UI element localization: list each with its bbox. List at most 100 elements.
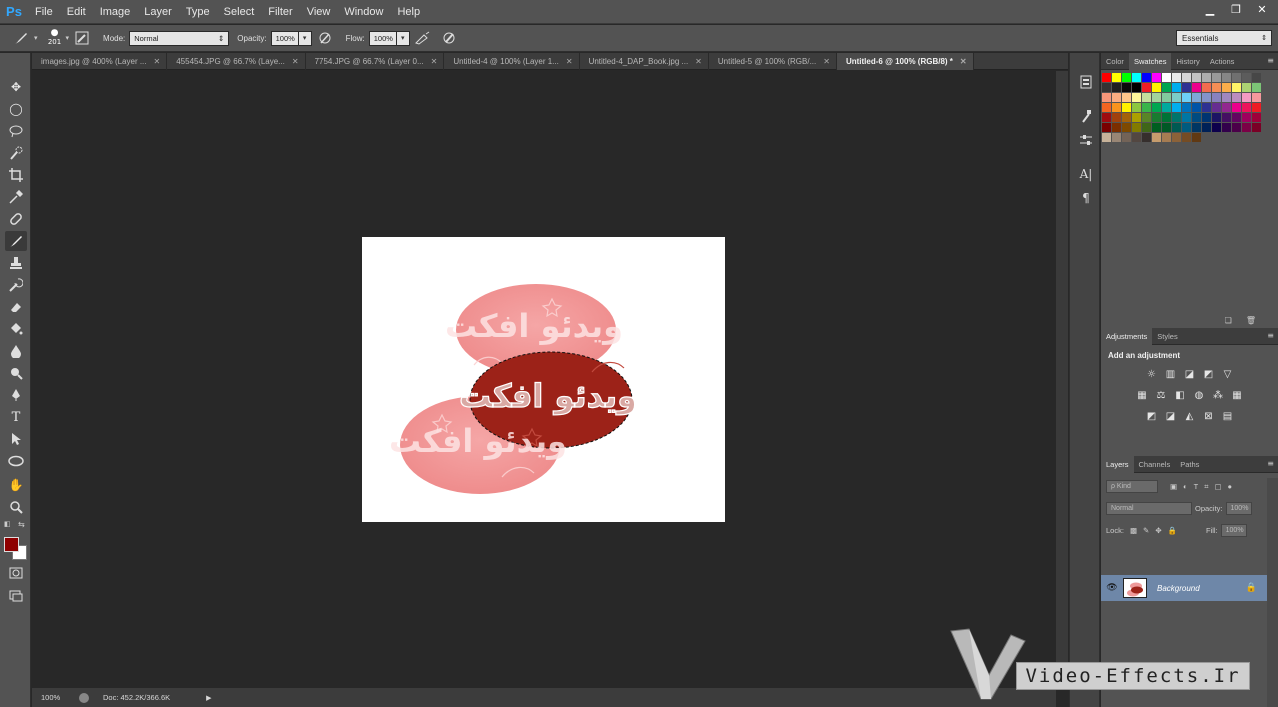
photo-filter-icon[interactable]: ◍ <box>1193 389 1206 402</box>
swatch[interactable] <box>1142 133 1151 142</box>
path-selection-tool-icon[interactable] <box>5 429 27 449</box>
status-info-icon[interactable] <box>79 692 89 703</box>
menu-layer[interactable]: Layer <box>137 0 179 24</box>
swap-colors-icon[interactable]: ⇆ <box>18 520 25 529</box>
zoom-tool-icon[interactable] <box>5 497 27 517</box>
clone-stamp-tool-icon[interactable] <box>5 253 27 273</box>
swatch[interactable] <box>1112 83 1121 92</box>
eraser-tool-icon[interactable] <box>5 297 27 317</box>
close-tab-icon[interactable]: ✕ <box>154 57 161 66</box>
swatch[interactable] <box>1122 93 1131 102</box>
swatch[interactable] <box>1132 113 1141 122</box>
brush-panel-toggle-icon[interactable] <box>73 29 91 47</box>
ellipse-tool-icon[interactable] <box>5 451 27 471</box>
curves-icon[interactable]: ◪ <box>1183 368 1196 381</box>
swatch[interactable] <box>1172 103 1181 112</box>
swatch[interactable] <box>1152 113 1161 122</box>
menu-view[interactable]: View <box>300 0 338 24</box>
swatch[interactable] <box>1242 93 1251 102</box>
swatch[interactable] <box>1182 133 1191 142</box>
swatch[interactable] <box>1202 83 1211 92</box>
color-balance-icon[interactable]: ⚖ <box>1155 389 1168 402</box>
swatch[interactable] <box>1122 83 1131 92</box>
opacity-dropdown-icon[interactable]: ▾ <box>298 30 312 46</box>
levels-icon[interactable]: ▥ <box>1164 368 1177 381</box>
swatch[interactable] <box>1152 93 1161 102</box>
swatch[interactable] <box>1102 133 1111 142</box>
swatch[interactable] <box>1232 83 1241 92</box>
swatch[interactable] <box>1252 113 1261 122</box>
filter-toggle-icon[interactable]: ● <box>1228 482 1233 491</box>
tab-untitled-6[interactable]: Untitled-6 @ 100% (RGB/8) * ✕ <box>836 53 974 70</box>
color-lookup-icon[interactable]: ▦ <box>1231 389 1244 402</box>
brightness-contrast-icon[interactable]: ☼ <box>1145 368 1158 381</box>
swatch[interactable] <box>1142 123 1151 132</box>
eye-icon[interactable]: 👁 <box>1101 583 1123 593</box>
swatch[interactable] <box>1222 93 1231 102</box>
tab-actions[interactable]: Actions <box>1205 53 1240 70</box>
swatch[interactable] <box>1212 93 1221 102</box>
swatch[interactable] <box>1102 123 1111 132</box>
swatch[interactable] <box>1162 113 1171 122</box>
swatch[interactable] <box>1162 123 1171 132</box>
pressure-size-icon[interactable] <box>440 29 458 47</box>
swatch[interactable] <box>1182 123 1191 132</box>
swatch[interactable] <box>1122 103 1131 112</box>
swatch[interactable] <box>1152 123 1161 132</box>
close-tab-icon[interactable]: ✕ <box>960 57 967 66</box>
swatch[interactable] <box>1252 103 1261 112</box>
panel-menu-icon[interactable]: ≡ <box>1267 56 1274 65</box>
lock-position-icon[interactable]: ✥ <box>1155 526 1161 535</box>
exposure-icon[interactable]: ◩ <box>1202 368 1215 381</box>
preset-dropdown-arrow-icon[interactable]: ▾ <box>34 34 38 42</box>
tab-untitled-4-dap-book[interactable]: Untitled-4_DAP_Book.jpg ... ✕ <box>580 53 709 70</box>
menu-window[interactable]: Window <box>337 0 390 24</box>
swatch[interactable] <box>1222 103 1231 112</box>
minimize-button[interactable]: ▁ <box>1198 0 1222 18</box>
swatch[interactable] <box>1222 73 1231 82</box>
brush-size-dropdown-icon[interactable]: ▾ <box>66 34 70 42</box>
delete-swatch-icon[interactable]: 🗑 <box>1246 316 1256 325</box>
tab-color[interactable]: Color <box>1101 53 1129 70</box>
type-tool-icon[interactable]: T <box>5 407 27 427</box>
history-brush-tool-icon[interactable] <box>5 275 27 295</box>
swatch[interactable] <box>1182 93 1191 102</box>
swatch[interactable] <box>1122 123 1131 132</box>
swatch[interactable] <box>1122 73 1131 82</box>
swatch[interactable] <box>1212 123 1221 132</box>
menu-image[interactable]: Image <box>93 0 138 24</box>
swatch[interactable] <box>1222 83 1231 92</box>
gradient-map-icon[interactable]: ▤ <box>1221 410 1234 423</box>
swatch[interactable] <box>1152 133 1161 142</box>
swatch[interactable] <box>1202 93 1211 102</box>
hue-saturation-icon[interactable]: ▦ <box>1136 389 1149 402</box>
tab-images-jpg[interactable]: images.jpg @ 400% (Layer ... ✕ <box>32 53 168 70</box>
threshold-icon[interactable]: ◭ <box>1183 410 1196 423</box>
airbrush-icon[interactable] <box>414 29 432 47</box>
layers-scrollbar[interactable] <box>1267 478 1278 707</box>
foreground-color-swatch[interactable] <box>4 537 19 552</box>
tab-untitled-5[interactable]: Untitled-5 @ 100% (RGB/... ✕ <box>709 53 837 70</box>
canvas-area[interactable]: ويدئو افكت ويدئو افكت ويدئو افكت <box>32 71 1056 688</box>
pen-tool-icon[interactable] <box>5 385 27 405</box>
swatch[interactable] <box>1112 103 1121 112</box>
swatch[interactable] <box>1132 103 1141 112</box>
lasso-tool-icon[interactable] <box>5 121 27 141</box>
black-white-icon[interactable]: ◧ <box>1174 389 1187 402</box>
default-colors-icon[interactable]: ◧ <box>4 520 11 528</box>
panel-menu-icon[interactable]: ≡ <box>1267 459 1274 468</box>
swatch[interactable] <box>1182 83 1191 92</box>
character-panel-icon[interactable]: A| <box>1077 165 1095 183</box>
swatch[interactable] <box>1102 103 1111 112</box>
menu-select[interactable]: Select <box>217 0 262 24</box>
swatch[interactable] <box>1122 133 1131 142</box>
filter-adjustment-icon[interactable]: ◐ <box>1183 482 1188 491</box>
brush-size-picker[interactable]: ● 201 <box>44 27 66 49</box>
swatch[interactable] <box>1202 123 1211 132</box>
canvas-scrollbar[interactable] <box>1056 71 1068 688</box>
opacity-input[interactable]: 100% <box>270 30 299 46</box>
tab-adjustments[interactable]: Adjustments <box>1101 327 1153 345</box>
filter-pixel-icon[interactable]: ▣ <box>1170 482 1177 491</box>
swatch[interactable] <box>1232 103 1241 112</box>
selective-color-icon[interactable]: ⊠ <box>1202 410 1215 423</box>
